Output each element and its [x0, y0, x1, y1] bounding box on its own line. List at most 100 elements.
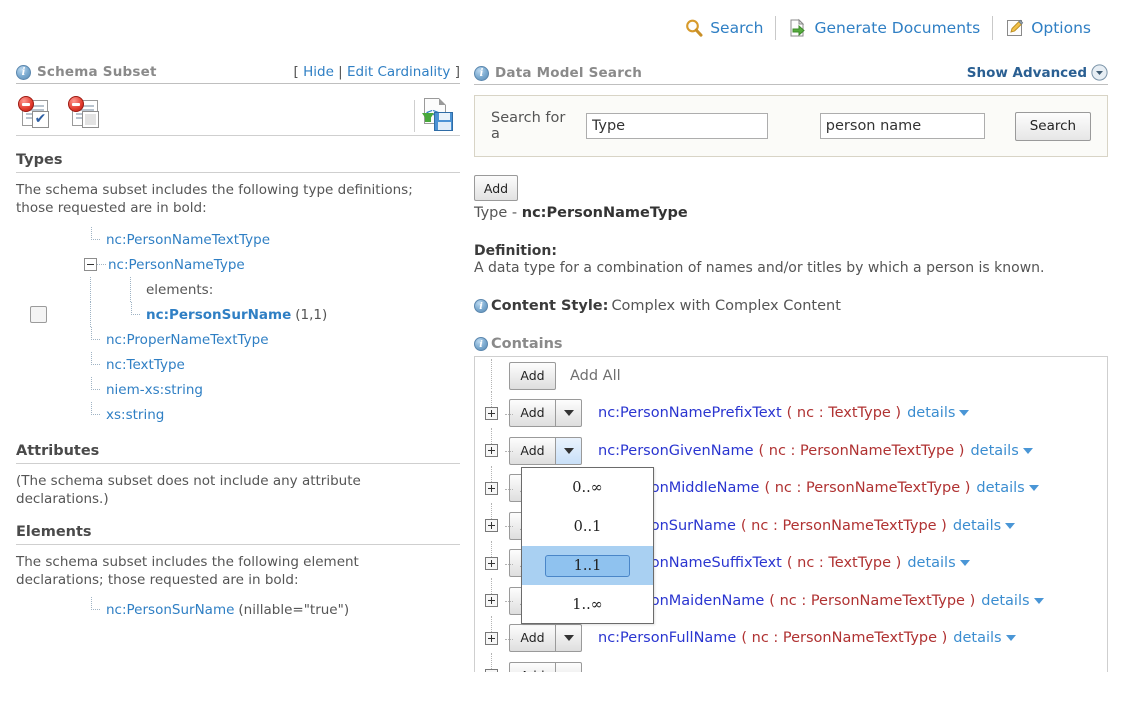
- details-link[interactable]: details: [953, 518, 1001, 534]
- element-name[interactable]: nc:PersonNamePrefixText: [598, 405, 782, 421]
- chevron-down-icon[interactable]: [1034, 598, 1044, 604]
- toolbar-search-button[interactable]: Search: [672, 15, 775, 41]
- cardinality-option-1-1[interactable]: 1..1: [522, 546, 653, 585]
- elements-intro: The schema subset includes the following…: [16, 553, 436, 589]
- types-tree-node[interactable]: nc:PersonNameType: [84, 252, 460, 277]
- add-element-split-button: Add: [509, 437, 582, 465]
- search-submit-button[interactable]: Search: [1015, 112, 1091, 141]
- global-toolbar: Search Generate Documents: [0, 0, 1123, 56]
- details-link[interactable]: details: [907, 405, 955, 421]
- cardinality-dropdown-toggle[interactable]: [556, 437, 582, 465]
- cardinality-dropdown-toggle[interactable]: [556, 624, 582, 652]
- add-button[interactable]: Add: [509, 399, 556, 427]
- type-link-xs-string[interactable]: xs:string: [106, 407, 164, 423]
- search-type-input[interactable]: [586, 113, 768, 139]
- type-link-niem-xs-string[interactable]: niem-xs:string: [106, 382, 203, 398]
- chevron-down-icon[interactable]: [1006, 635, 1016, 641]
- hide-link[interactable]: Hide: [303, 64, 334, 80]
- show-advanced-toggle[interactable]: Show Advanced: [967, 64, 1108, 81]
- schema-subset-toolbar: ✔ <>: [16, 92, 460, 136]
- add-button[interactable]: Add: [509, 662, 556, 672]
- contains-label: Contains: [491, 336, 563, 352]
- types-tree-node[interactable]: nc:ProperNameTextType: [84, 327, 460, 352]
- add-element-split-button: Add: [509, 399, 582, 427]
- types-rule: [16, 172, 460, 173]
- details-link[interactable]: details: [981, 593, 1029, 609]
- type-link-proper-name-text-type[interactable]: nc:ProperNameTextType: [106, 332, 269, 348]
- types-tree-node[interactable]: xs:string: [84, 402, 460, 427]
- toolbar-options-button[interactable]: Options: [993, 15, 1103, 41]
- types-heading: Types: [16, 152, 460, 168]
- cardinality-option-1-inf[interactable]: 1..∞: [522, 585, 653, 624]
- type-checkbox-person-sur-name[interactable]: [30, 306, 47, 323]
- download-schema-icon[interactable]: <>: [414, 98, 454, 132]
- chevron-down-icon[interactable]: [1091, 64, 1108, 81]
- element-name[interactable]: nc:PersonGivenName: [598, 443, 754, 459]
- bracket-open: [: [294, 64, 299, 80]
- types-tree-node[interactable]: nc:PersonNameTextType: [84, 227, 460, 252]
- tree-stub: [483, 545, 509, 583]
- expand-plus-icon[interactable]: [485, 632, 498, 645]
- contains-row: Add nc:PersonFullName ( nc : PersonNameT…: [475, 620, 1107, 658]
- add-button[interactable]: Add: [509, 437, 556, 465]
- type-link-person-name-text-type[interactable]: nc:PersonNameTextType: [106, 232, 270, 248]
- expand-plus-icon[interactable]: [485, 594, 498, 607]
- expand-plus-icon[interactable]: [485, 557, 498, 570]
- chevron-down-icon[interactable]: [959, 410, 969, 416]
- cardinality-dropdown-toggle[interactable]: [556, 662, 582, 672]
- expand-plus-icon[interactable]: [485, 519, 498, 532]
- element-link-person-sur-name[interactable]: nc:PersonSurName: [106, 602, 234, 618]
- attributes-heading: Attributes: [16, 443, 460, 459]
- add-element-split-button: Add: [509, 624, 582, 652]
- content-style-value: Complex with Complex Content: [611, 298, 840, 314]
- add-button[interactable]: Add: [509, 624, 556, 652]
- type-link-text-type[interactable]: nc:TextType: [106, 357, 185, 373]
- elements-subheading: elements:: [146, 282, 213, 298]
- expand-plus-icon[interactable]: [485, 482, 498, 495]
- collapse-minus-icon[interactable]: [84, 258, 97, 271]
- cardinality-dropdown-toggle[interactable]: [556, 399, 582, 427]
- expand-plus-icon[interactable]: [485, 669, 498, 672]
- expand-plus-icon[interactable]: [485, 407, 498, 420]
- details-link[interactable]: details: [976, 480, 1024, 496]
- toolbar-generate-documents-button[interactable]: Generate Documents: [776, 15, 992, 41]
- chevron-down-icon[interactable]: [1029, 485, 1039, 491]
- types-tree-node[interactable]: niem-xs:string: [84, 377, 460, 402]
- schema-subset-actions: [ Hide | Edit Cardinality ]: [294, 64, 460, 80]
- details-link[interactable]: details: [970, 443, 1018, 459]
- element-type: ( nc : PersonNameTextType ): [764, 480, 970, 496]
- types-tree-node[interactable]: nc:TextType: [84, 352, 460, 377]
- cardinality-option-label: 0..1: [574, 519, 602, 535]
- chevron-down-icon[interactable]: [1005, 523, 1015, 529]
- types-tree-node[interactable]: nc:PersonSurName (1,1): [84, 302, 460, 327]
- chevron-down-icon[interactable]: [1023, 448, 1033, 454]
- schema-subset-header: i Schema Subset [ Hide | Edit Cardinalit…: [16, 64, 460, 84]
- elements-tree-node[interactable]: nc:PersonSurName (nillable="true"): [84, 597, 460, 622]
- remove-unchecked-icon[interactable]: [72, 100, 98, 126]
- type-link-person-name-type[interactable]: nc:PersonNameType: [108, 257, 245, 273]
- contains-row-partial: Add: [475, 657, 1107, 672]
- cardinality-option-0-1[interactable]: 0..1: [522, 507, 653, 546]
- details-link[interactable]: details: [953, 630, 1001, 646]
- details-link[interactable]: details: [907, 555, 955, 571]
- remove-checked-icon[interactable]: ✔: [22, 100, 48, 126]
- add-all-label[interactable]: Add All: [570, 368, 621, 384]
- search-keyword-input[interactable]: [820, 113, 985, 139]
- data-model-search-panel: i Data Model Search Show Advanced Search…: [474, 64, 1108, 672]
- cardinality-dropdown-menu[interactable]: 0..∞ 0..1 1..1 1..∞: [521, 467, 654, 624]
- element-name[interactable]: nc:PersonFullName: [598, 630, 736, 646]
- add-all-button[interactable]: Add: [509, 362, 556, 390]
- attributes-rule: [16, 463, 460, 464]
- chevron-down-icon[interactable]: [960, 560, 970, 566]
- app-root: Search Generate Documents: [0, 0, 1123, 722]
- bracket-close: ]: [455, 64, 460, 80]
- search-form: Search for a Search: [474, 95, 1108, 157]
- edit-cardinality-link[interactable]: Edit Cardinality: [347, 64, 450, 80]
- expand-plus-icon[interactable]: [485, 444, 498, 457]
- types-tree: nc:PersonNameTextType nc:PersonNameType …: [84, 227, 460, 427]
- add-type-button[interactable]: Add: [474, 175, 518, 201]
- elements-heading: Elements: [16, 524, 460, 540]
- contains-list: Add Add All Add nc:PersonNamePrefixText …: [474, 356, 1108, 672]
- type-link-person-sur-name[interactable]: nc:PersonSurName: [146, 307, 291, 323]
- cardinality-option-0-inf[interactable]: 0..∞: [522, 468, 653, 507]
